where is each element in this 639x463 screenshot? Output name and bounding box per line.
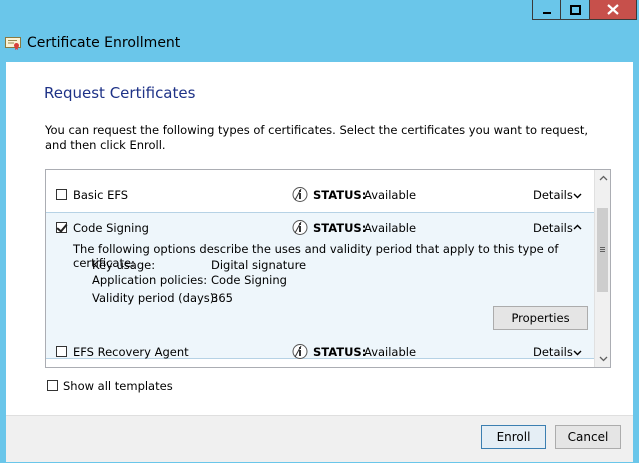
scroll-down-button[interactable] — [595, 351, 610, 367]
status-value: Available — [364, 345, 417, 359]
chevron-down-icon — [599, 356, 607, 362]
show-all-templates-label: Show all templates — [63, 379, 173, 393]
minimize-icon — [542, 11, 551, 14]
details-link[interactable]: Details — [533, 221, 573, 235]
chevron-down-icon[interactable] — [573, 193, 582, 199]
status-label: STATUS: — [313, 188, 367, 202]
certificate-name: EFS Recovery Agent — [73, 345, 189, 359]
key-usage-value: Digital signature — [211, 258, 307, 272]
certificate-list[interactable]: Basic EFS STATUS: Available Details Code… — [45, 169, 611, 368]
info-icon — [292, 344, 308, 359]
enroll-button[interactable]: Enroll — [481, 425, 546, 449]
info-icon — [292, 187, 308, 202]
validity-label: Validity period (days): — [92, 291, 219, 305]
scroll-thumb[interactable] — [597, 208, 608, 292]
scroll-up-button[interactable] — [595, 170, 610, 186]
close-button[interactable] — [590, 0, 637, 20]
app-policies-label: Application policies: — [92, 273, 208, 287]
efs-recovery-agent-checkbox[interactable] — [56, 346, 67, 357]
minimize-button[interactable] — [532, 0, 561, 20]
details-link[interactable]: Details — [533, 345, 573, 359]
list-scrollbar[interactable] — [594, 170, 610, 367]
chevron-down-icon[interactable] — [573, 350, 582, 356]
maximize-icon — [569, 4, 581, 15]
certificate-icon — [5, 37, 21, 50]
list-item-code-signing: Code Signing STATUS: Available Details — [46, 212, 594, 241]
details-link[interactable]: Details — [533, 188, 573, 202]
maximize-button[interactable] — [561, 0, 590, 20]
chevron-up-icon — [599, 175, 607, 181]
status-value: Available — [364, 221, 417, 235]
app-policies-value: Code Signing — [211, 273, 287, 287]
info-icon — [292, 220, 308, 235]
list-item-efs-recovery-agent: EFS Recovery Agent STATUS: Available Det… — [46, 337, 594, 366]
list-item-basic-efs: Basic EFS STATUS: Available Details — [46, 180, 594, 209]
status-value: Available — [364, 188, 417, 202]
status-label: STATUS: — [313, 221, 367, 235]
key-usage-label: Key usage: — [92, 258, 156, 272]
chevron-up-icon[interactable] — [573, 224, 582, 230]
show-all-templates-checkbox[interactable] — [47, 380, 58, 391]
certificate-name: Code Signing — [73, 221, 149, 235]
window-title: Certificate Enrollment — [27, 35, 181, 51]
validity-value: 365 — [211, 291, 233, 305]
cancel-button[interactable]: Cancel — [555, 425, 621, 449]
title-bar: Certificate Enrollment — [0, 0, 639, 62]
code-signing-checkbox[interactable] — [56, 222, 67, 233]
status-label: STATUS: — [313, 345, 367, 359]
close-icon — [607, 4, 619, 15]
properties-button[interactable]: Properties — [493, 306, 588, 330]
page-title: Request Certificates — [44, 84, 196, 102]
instructions-text: You can request the following types of c… — [45, 123, 589, 152]
certificate-name: Basic EFS — [73, 188, 129, 202]
basic-efs-checkbox[interactable] — [56, 189, 67, 200]
